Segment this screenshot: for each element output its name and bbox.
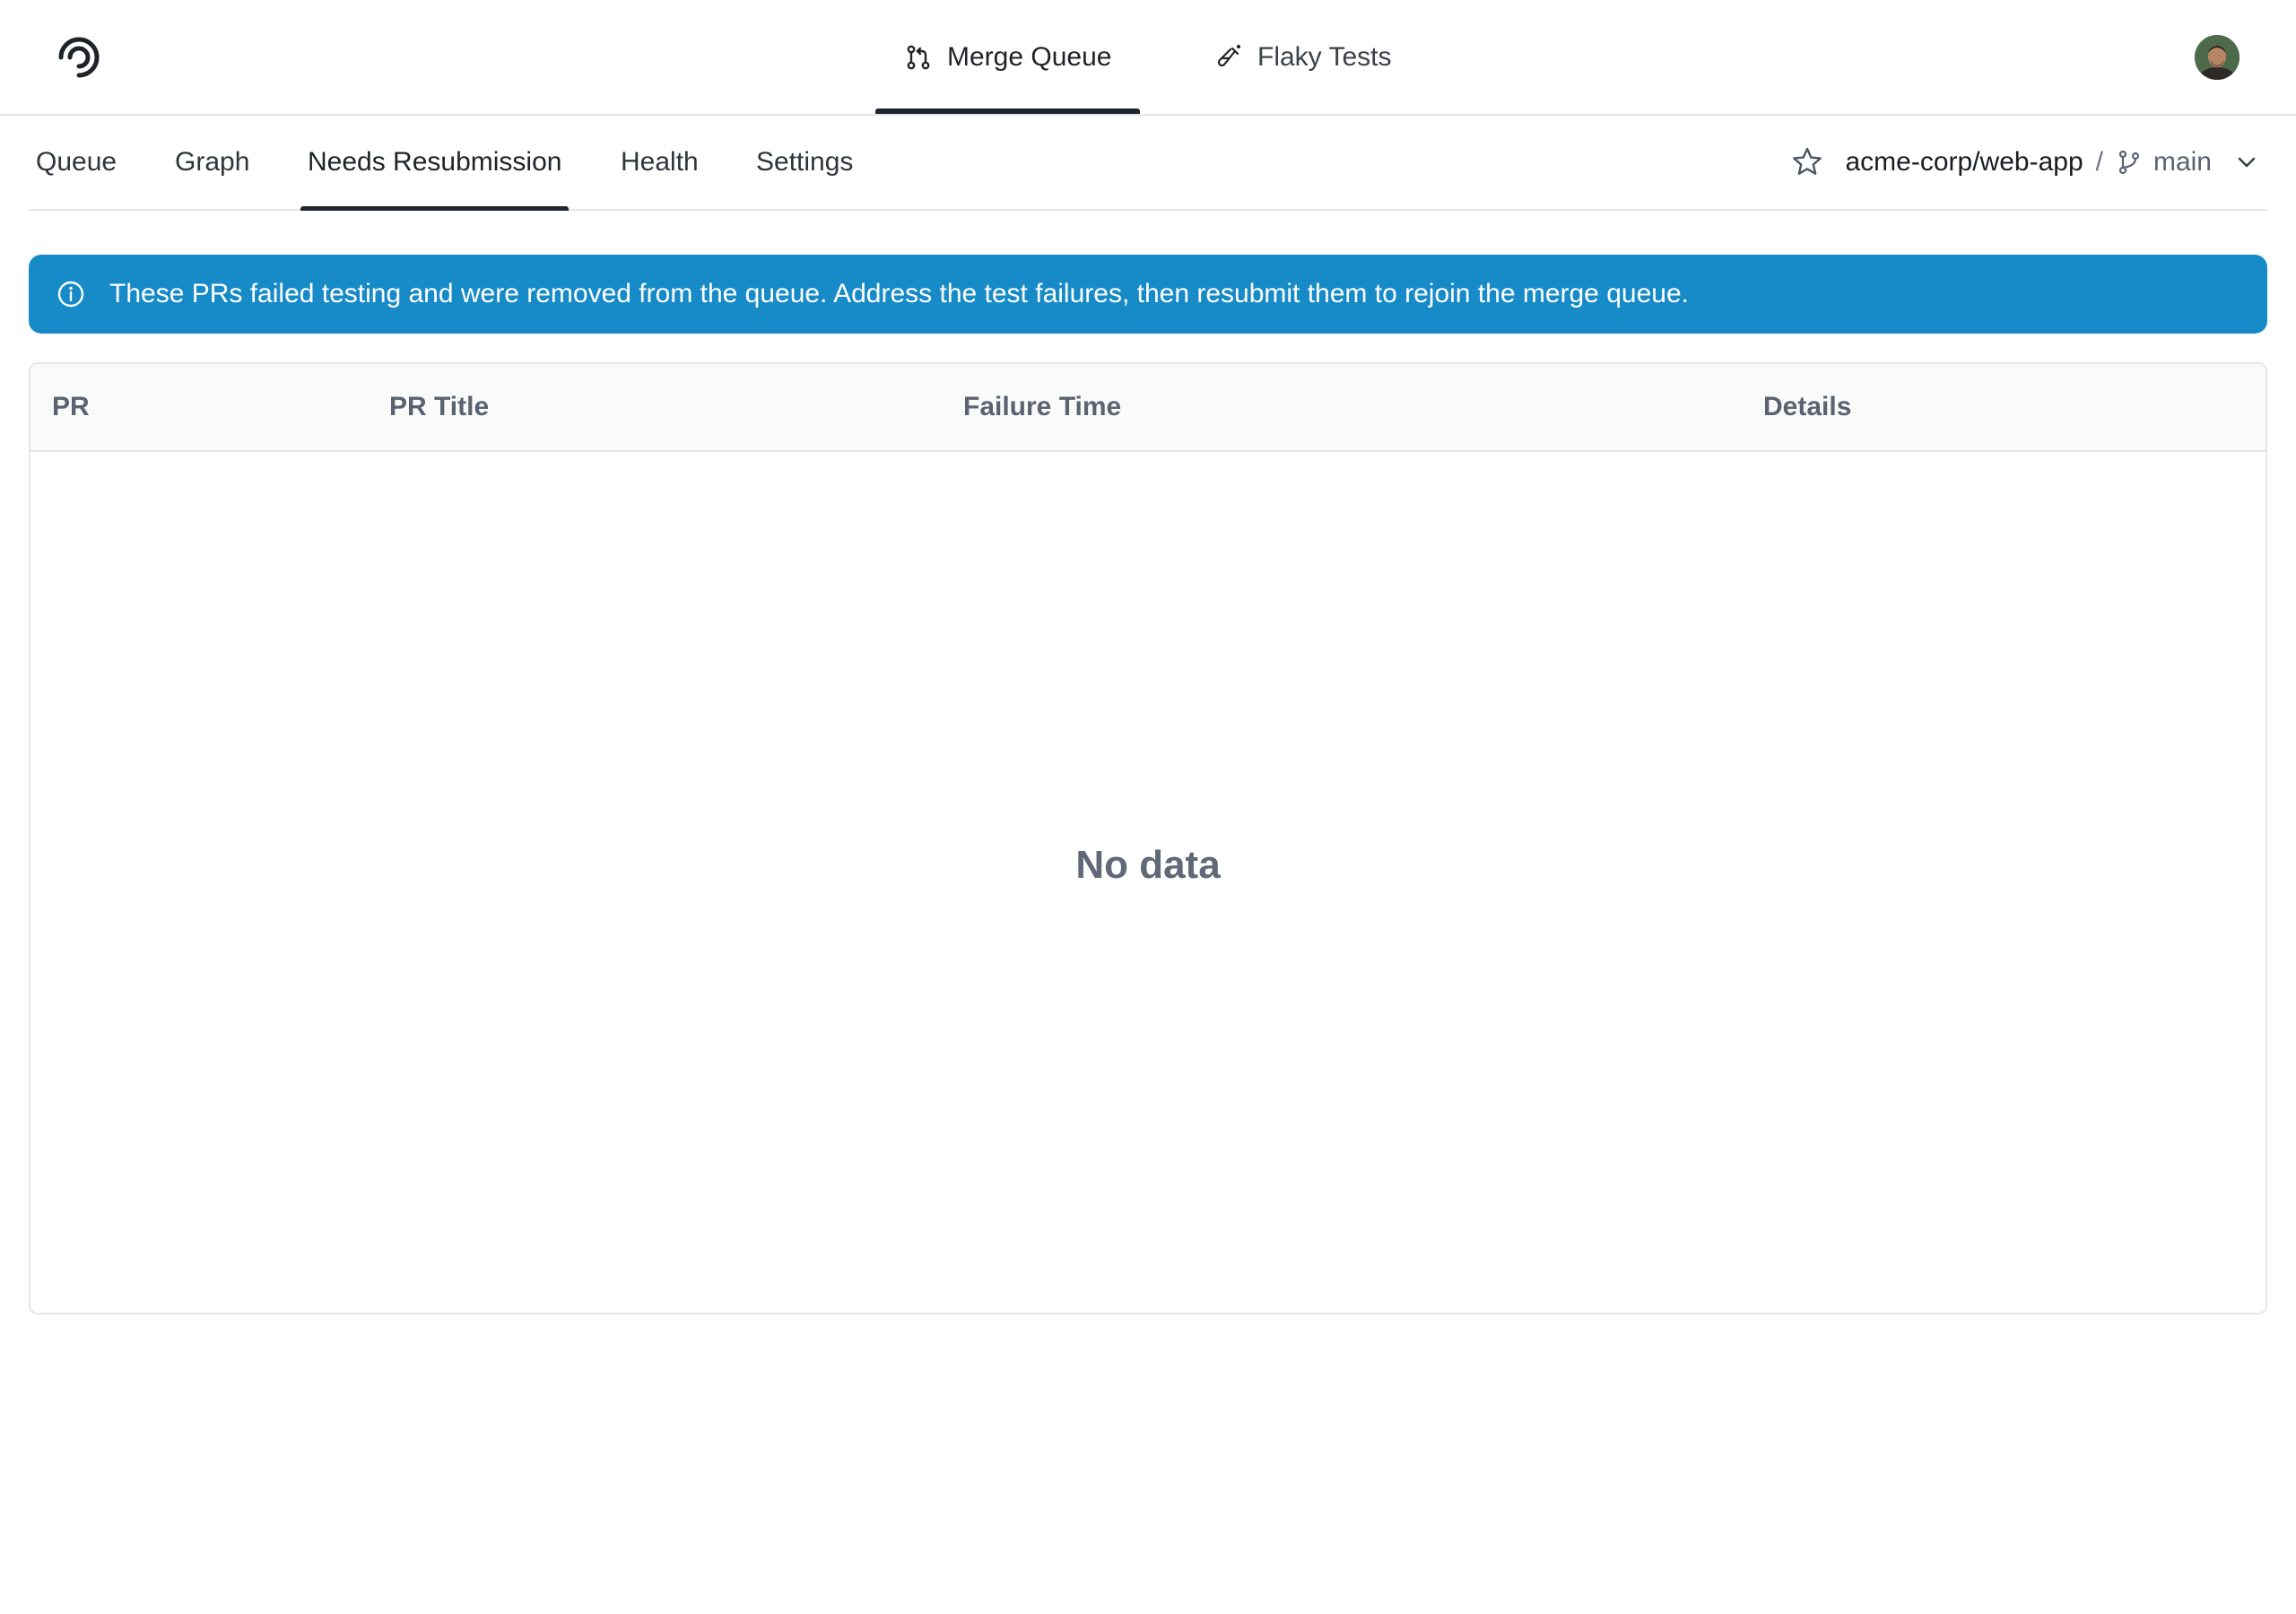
subtab-graph[interactable]: Graph (175, 116, 249, 209)
breadcrumb-separator: / (2095, 147, 2103, 177)
table-header: PR PR Title Failure Time Details (30, 364, 2266, 452)
column-header-failure-time[interactable]: Failure Time (963, 364, 1121, 450)
subtab-queue[interactable]: Queue (36, 116, 117, 209)
sub-navigation: Queue Graph Needs Resubmission Health Se… (29, 116, 2267, 211)
test-tube-icon (1214, 43, 1243, 72)
subtab-settings[interactable]: Settings (756, 116, 853, 209)
subtab-needs-resubmission-label: Needs Resubmission (308, 147, 562, 177)
branch-name[interactable]: main (2153, 147, 2212, 178)
empty-state-text: No data (1075, 843, 1221, 887)
subtab-graph-label: Graph (175, 147, 250, 177)
chevron-down-icon[interactable] (2233, 149, 2260, 176)
info-banner-text: These PRs failed testing and were remove… (109, 279, 1689, 308)
git-pull-request-icon (904, 43, 933, 72)
subtab-needs-resubmission[interactable]: Needs Resubmission (300, 116, 570, 211)
tab-flaky-tests[interactable]: Flaky Tests (1186, 0, 1421, 114)
column-header-pr-title[interactable]: PR Title (389, 364, 489, 450)
subtab-queue-label: Queue (36, 147, 117, 177)
user-avatar[interactable] (2195, 35, 2239, 80)
subtab-health-label: Health (621, 147, 699, 177)
tab-merge-queue-label: Merge Queue (947, 41, 1112, 72)
git-branch-icon (2116, 149, 2143, 176)
info-banner: These PRs failed testing and were remove… (29, 255, 2267, 334)
tab-merge-queue[interactable]: Merge Queue (875, 0, 1141, 114)
top-header: Merge Queue Flaky Tests (0, 0, 2296, 116)
column-header-details[interactable]: Details (1763, 364, 1851, 450)
subtab-health[interactable]: Health (621, 116, 699, 209)
column-header-pr[interactable]: PR (52, 364, 90, 450)
subtab-settings-label: Settings (756, 147, 854, 177)
repo-selector[interactable]: acme-corp/web-app / main (1790, 116, 2268, 209)
star-icon[interactable] (1790, 145, 1824, 179)
trunk-logo-icon[interactable] (52, 30, 106, 84)
repo-name[interactable]: acme-corp/web-app (1846, 147, 2083, 178)
info-icon (56, 279, 86, 309)
tab-flaky-tests-label: Flaky Tests (1257, 41, 1392, 72)
resubmission-table: PR PR Title Failure Time Details No data (29, 362, 2267, 1315)
